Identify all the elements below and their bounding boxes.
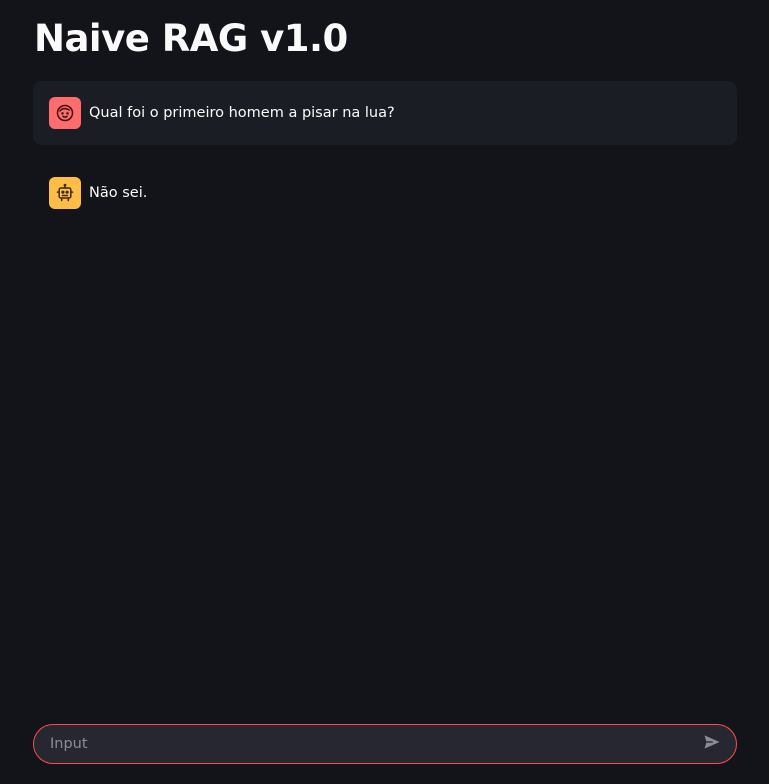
send-button[interactable] [692, 725, 732, 763]
user-avatar [49, 97, 81, 129]
chat-message-text: Não sei. [89, 185, 148, 201]
chat-input-container [33, 724, 737, 764]
send-icon [702, 732, 722, 756]
page-title: Naive RAG v1.0 [34, 17, 348, 60]
chat-message-assistant: Não sei. [33, 161, 737, 225]
assistant-avatar [49, 177, 81, 209]
chat-message-user: Qual foi o primeiro homem a pisar na lua… [33, 81, 737, 145]
user-face-icon [55, 103, 75, 123]
robot-icon [55, 183, 75, 203]
app-main: Naive RAG v1.0 Qual foi o primeiro homem… [0, 0, 769, 784]
chat-message-text: Qual foi o primeiro homem a pisar na lua… [89, 105, 395, 121]
chat-input[interactable] [34, 725, 692, 763]
